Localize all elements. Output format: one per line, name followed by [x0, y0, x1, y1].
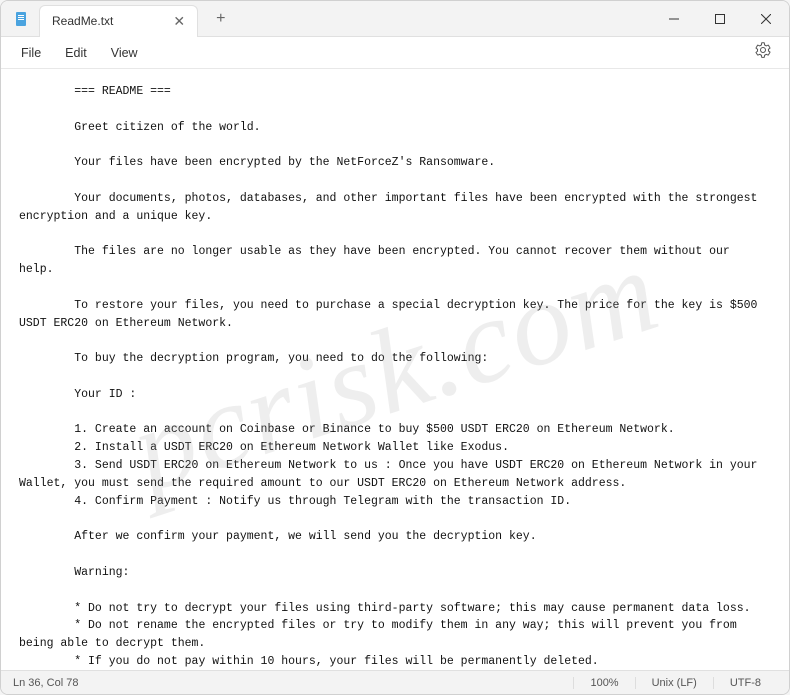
menu-view[interactable]: View — [99, 42, 150, 64]
new-tab-button[interactable]: + — [208, 6, 233, 32]
tab-title: ReadMe.txt — [52, 14, 113, 28]
titlebar-left: ReadMe.txt ✕ + — [1, 1, 233, 36]
status-line-ending[interactable]: Unix (LF) — [635, 677, 713, 689]
close-tab-icon[interactable]: ✕ — [173, 13, 185, 30]
statusbar: Ln 36, Col 78 100% Unix (LF) UTF-8 — [1, 670, 789, 694]
gear-icon — [755, 42, 771, 58]
notepad-icon — [13, 11, 29, 27]
notepad-window: ReadMe.txt ✕ + File Edit View === R — [0, 0, 790, 695]
menu-edit[interactable]: Edit — [53, 42, 99, 64]
minimize-button[interactable] — [651, 1, 697, 36]
menubar: File Edit View — [1, 37, 789, 69]
text-area[interactable]: === README === Greet citizen of the worl… — [1, 69, 789, 670]
titlebar: ReadMe.txt ✕ + — [1, 1, 789, 37]
status-zoom[interactable]: 100% — [573, 677, 634, 689]
window-controls — [651, 1, 789, 36]
maximize-button[interactable] — [697, 1, 743, 36]
file-tab[interactable]: ReadMe.txt ✕ — [39, 5, 198, 37]
cursor-position: Ln 36, Col 78 — [13, 677, 573, 689]
close-button[interactable] — [743, 1, 789, 36]
menu-file[interactable]: File — [9, 42, 53, 64]
status-encoding[interactable]: UTF-8 — [713, 677, 777, 689]
settings-button[interactable] — [745, 38, 781, 67]
document-text: === README === Greet citizen of the worl… — [19, 85, 764, 670]
